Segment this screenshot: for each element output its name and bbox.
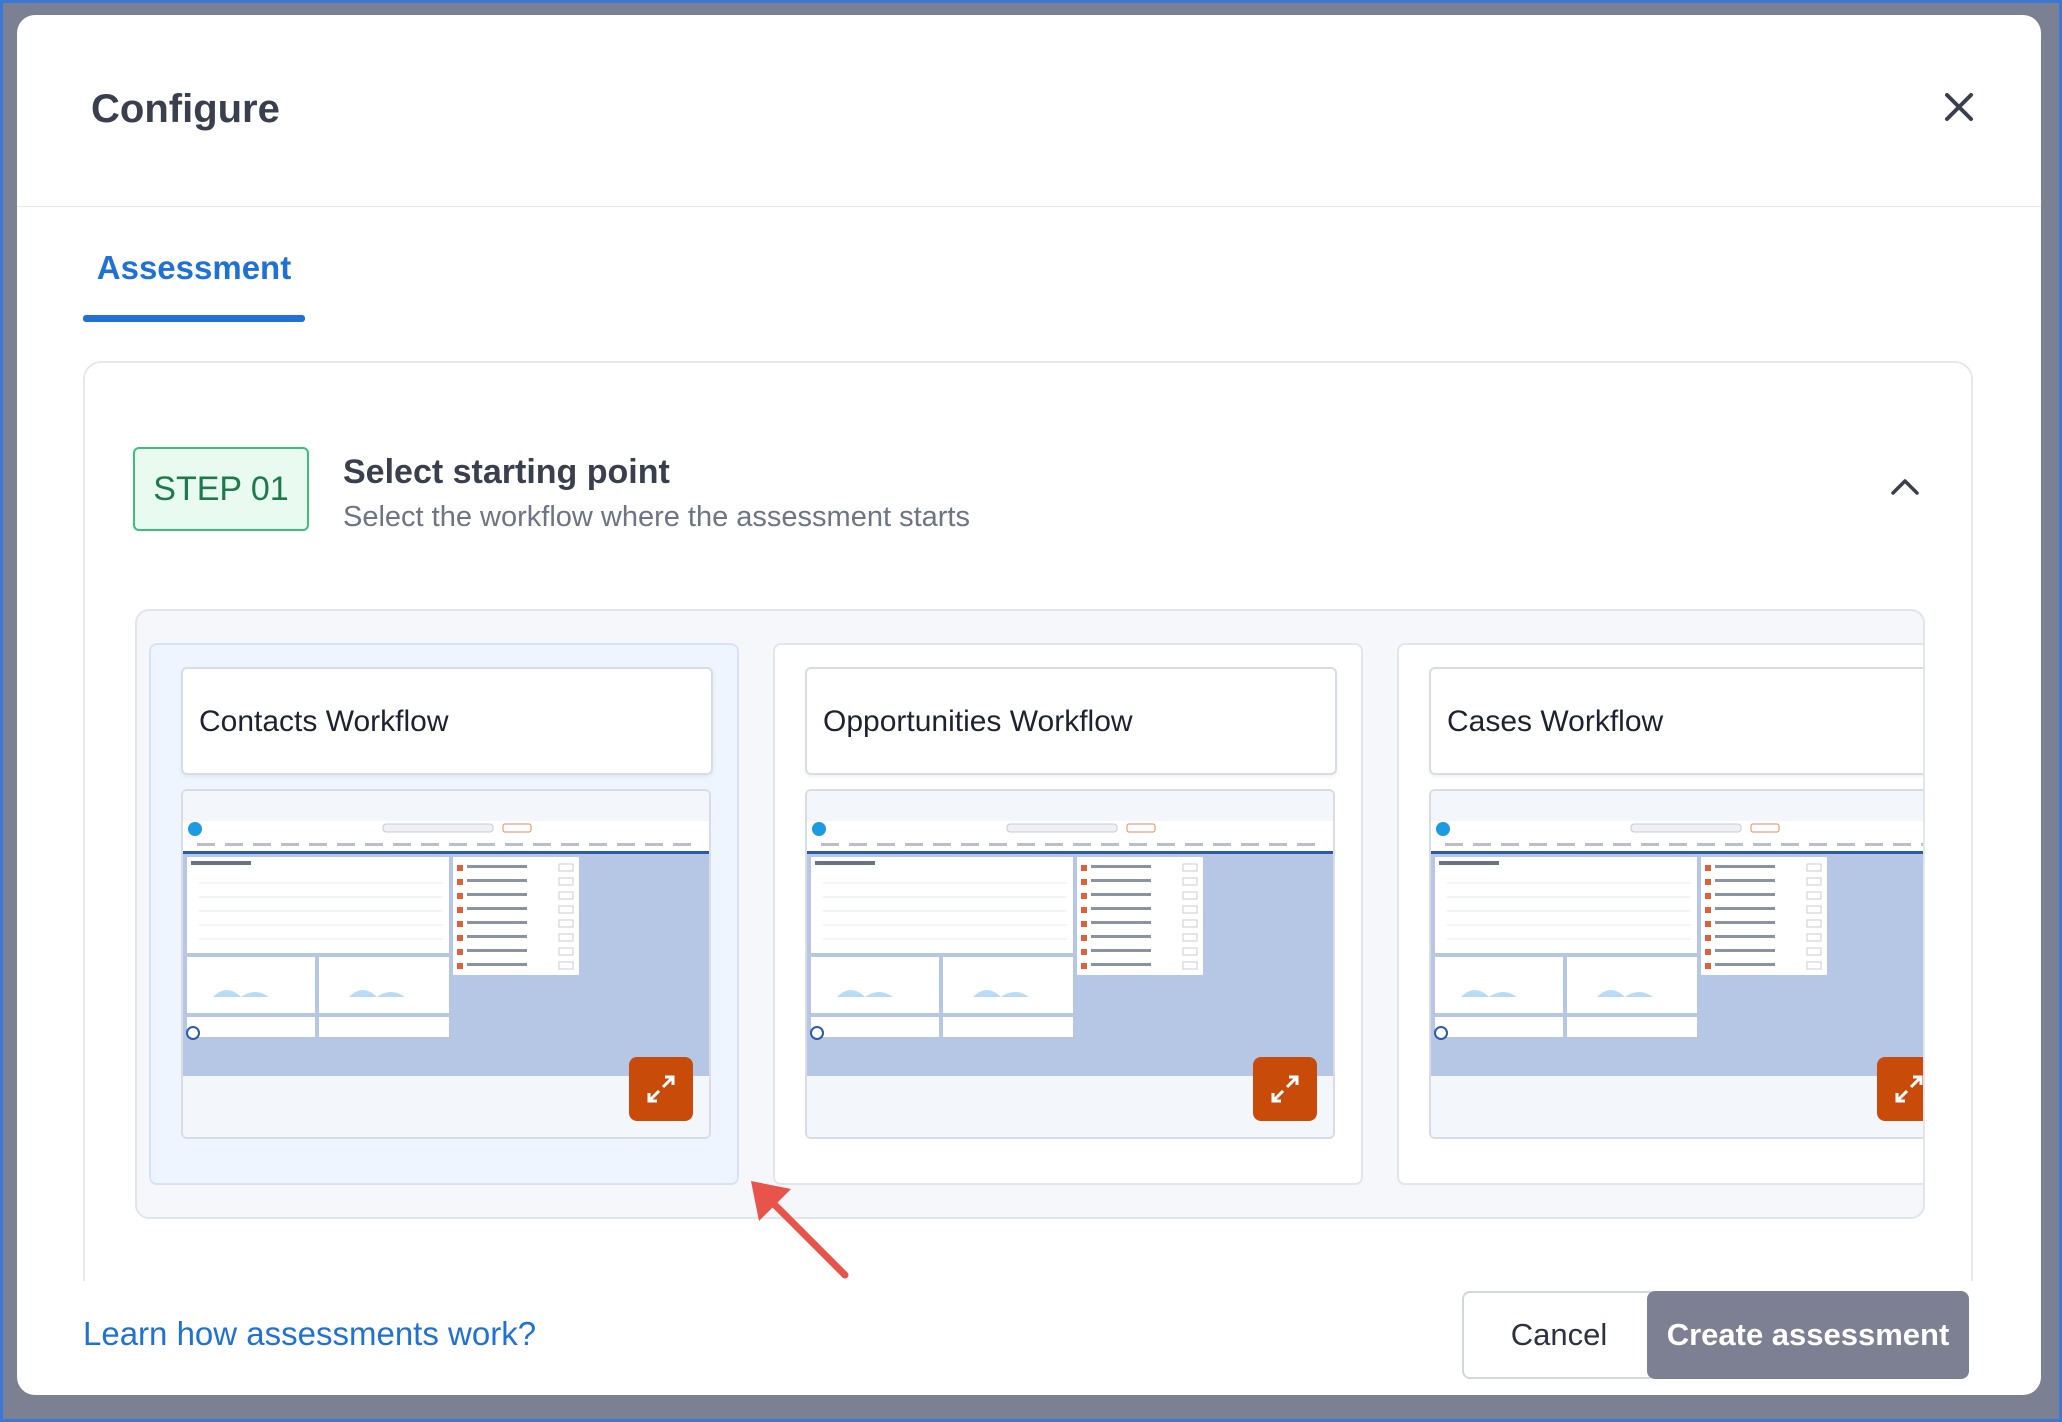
workflow-cards-container: Contacts Workflow Opportunities Workflow… <box>135 609 1925 1219</box>
workflow-name: Contacts Workflow <box>199 705 449 738</box>
close-icon <box>1945 93 1973 121</box>
workflow-card-header: Opportunities Workflow <box>805 667 1337 775</box>
expand-icon <box>1895 1075 1923 1103</box>
expand-preview-button[interactable] <box>629 1057 693 1121</box>
chevron-up-icon <box>1891 479 1919 495</box>
step-panel: STEP 01 Select starting point Select the… <box>83 361 1973 1281</box>
modal-title: Configure <box>91 87 280 131</box>
workflow-card-contacts[interactable]: Contacts Workflow <box>149 643 739 1185</box>
configure-modal: Configure Assessment STEP 01 Select star… <box>17 15 2041 1395</box>
step-subtitle: Select the workflow where the assessment… <box>343 501 970 533</box>
collapse-step-button[interactable] <box>1885 467 1925 507</box>
learn-more-link[interactable]: Learn how assessments work? <box>83 1315 536 1353</box>
tab-assessment[interactable]: Assessment <box>83 207 305 322</box>
workflow-preview-thumbnail <box>1429 789 1923 1139</box>
workflow-name: Cases Workflow <box>1447 705 1664 738</box>
expand-preview-button[interactable] <box>1877 1057 1923 1121</box>
screen-backdrop: Configure Assessment STEP 01 Select star… <box>0 0 2062 1422</box>
expand-preview-button[interactable] <box>1253 1057 1317 1121</box>
tab-bar: Assessment <box>17 207 2041 322</box>
active-tab-indicator <box>83 315 305 322</box>
workflow-card-header: Cases Workflow <box>1429 667 1923 775</box>
workflow-card-header: Contacts Workflow <box>181 667 713 775</box>
workflow-card-opportunities[interactable]: Opportunities Workflow <box>773 643 1363 1185</box>
modal-header: Configure <box>17 15 2041 207</box>
annotation-arrow-icon <box>751 1181 849 1279</box>
step-badge: STEP 01 <box>133 447 309 531</box>
expand-icon <box>647 1075 675 1103</box>
cancel-button[interactable]: Cancel <box>1462 1291 1656 1379</box>
preview-dashboard-graphic <box>1431 791 1923 1137</box>
workflow-name: Opportunities Workflow <box>823 705 1133 738</box>
close-button[interactable] <box>1937 85 1981 129</box>
step-title: Select starting point <box>343 453 670 491</box>
tab-label: Assessment <box>96 249 292 286</box>
create-assessment-button[interactable]: Create assessment <box>1647 1291 1969 1379</box>
expand-icon <box>1271 1075 1299 1103</box>
workflow-card-cases[interactable]: Cases Workflow <box>1397 643 1923 1185</box>
